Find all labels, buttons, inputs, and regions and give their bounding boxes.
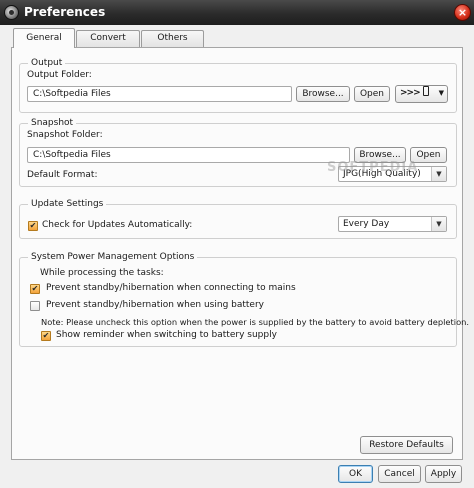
power-management-group-label: System Power Management Options [28, 252, 198, 262]
update-settings-group-label: Update Settings [28, 199, 107, 209]
restore-defaults-button[interactable]: Restore Defaults [360, 436, 453, 454]
app-icon [4, 5, 19, 20]
battery-note: Note: Please uncheck this option when th… [41, 317, 470, 327]
apply-button[interactable]: Apply [425, 465, 462, 483]
device-dropdown-arrow-icon: ▼ [438, 89, 444, 97]
prevent-mains-checkbox[interactable]: ✔ [30, 284, 40, 294]
prevent-battery-checkbox[interactable] [30, 301, 40, 311]
general-panel: Output Output Folder: C:\Softpedia Files… [11, 47, 469, 460]
snapshot-folder-label: Snapshot Folder: [27, 130, 103, 140]
check-updates-checkbox[interactable]: ✔ [28, 221, 38, 231]
tab-convert[interactable]: Convert [76, 30, 140, 47]
close-button[interactable]: × [454, 4, 471, 21]
snapshot-folder-field[interactable]: C:\Softpedia Files [27, 147, 350, 163]
tab-general[interactable]: General [13, 28, 75, 48]
output-group-label: Output [28, 58, 66, 68]
output-folder-field[interactable]: C:\Softpedia Files [27, 86, 292, 102]
update-frequency-select[interactable]: Every Day ▼ [338, 216, 447, 232]
output-folder-label: Output Folder: [27, 70, 92, 80]
phone-icon [422, 86, 429, 96]
title-bar: Preferences × [0, 0, 474, 25]
device-icon: >>> [400, 88, 421, 98]
prevent-battery-label: Prevent standby/hibernation when using b… [46, 300, 264, 310]
show-reminder-label: Show reminder when switching to battery … [56, 330, 277, 340]
output-open-button[interactable]: Open [354, 86, 390, 102]
check-updates-label: Check for Updates Automatically: [42, 220, 193, 230]
softpedia-watermark: SOFTPEDIA [327, 160, 419, 175]
update-frequency-value: Every Day [343, 219, 390, 229]
tab-others[interactable]: Others [141, 30, 204, 47]
snapshot-group-label: Snapshot [28, 118, 77, 128]
default-format-label: Default Format: [27, 170, 98, 180]
while-processing-label: While processing the tasks: [40, 268, 164, 278]
prevent-mains-label: Prevent standby/hibernation when connect… [46, 283, 296, 293]
chevron-down-icon: ▼ [431, 167, 446, 181]
device-select-button[interactable]: >>> ▼ [395, 85, 448, 103]
ok-button[interactable]: OK [338, 465, 373, 483]
window-title: Preferences [24, 5, 106, 19]
chevron-down-icon: ▼ [431, 217, 446, 231]
show-reminder-checkbox[interactable]: ✔ [41, 331, 51, 341]
output-browse-button[interactable]: Browse... [296, 86, 350, 102]
cancel-button[interactable]: Cancel [378, 465, 421, 483]
